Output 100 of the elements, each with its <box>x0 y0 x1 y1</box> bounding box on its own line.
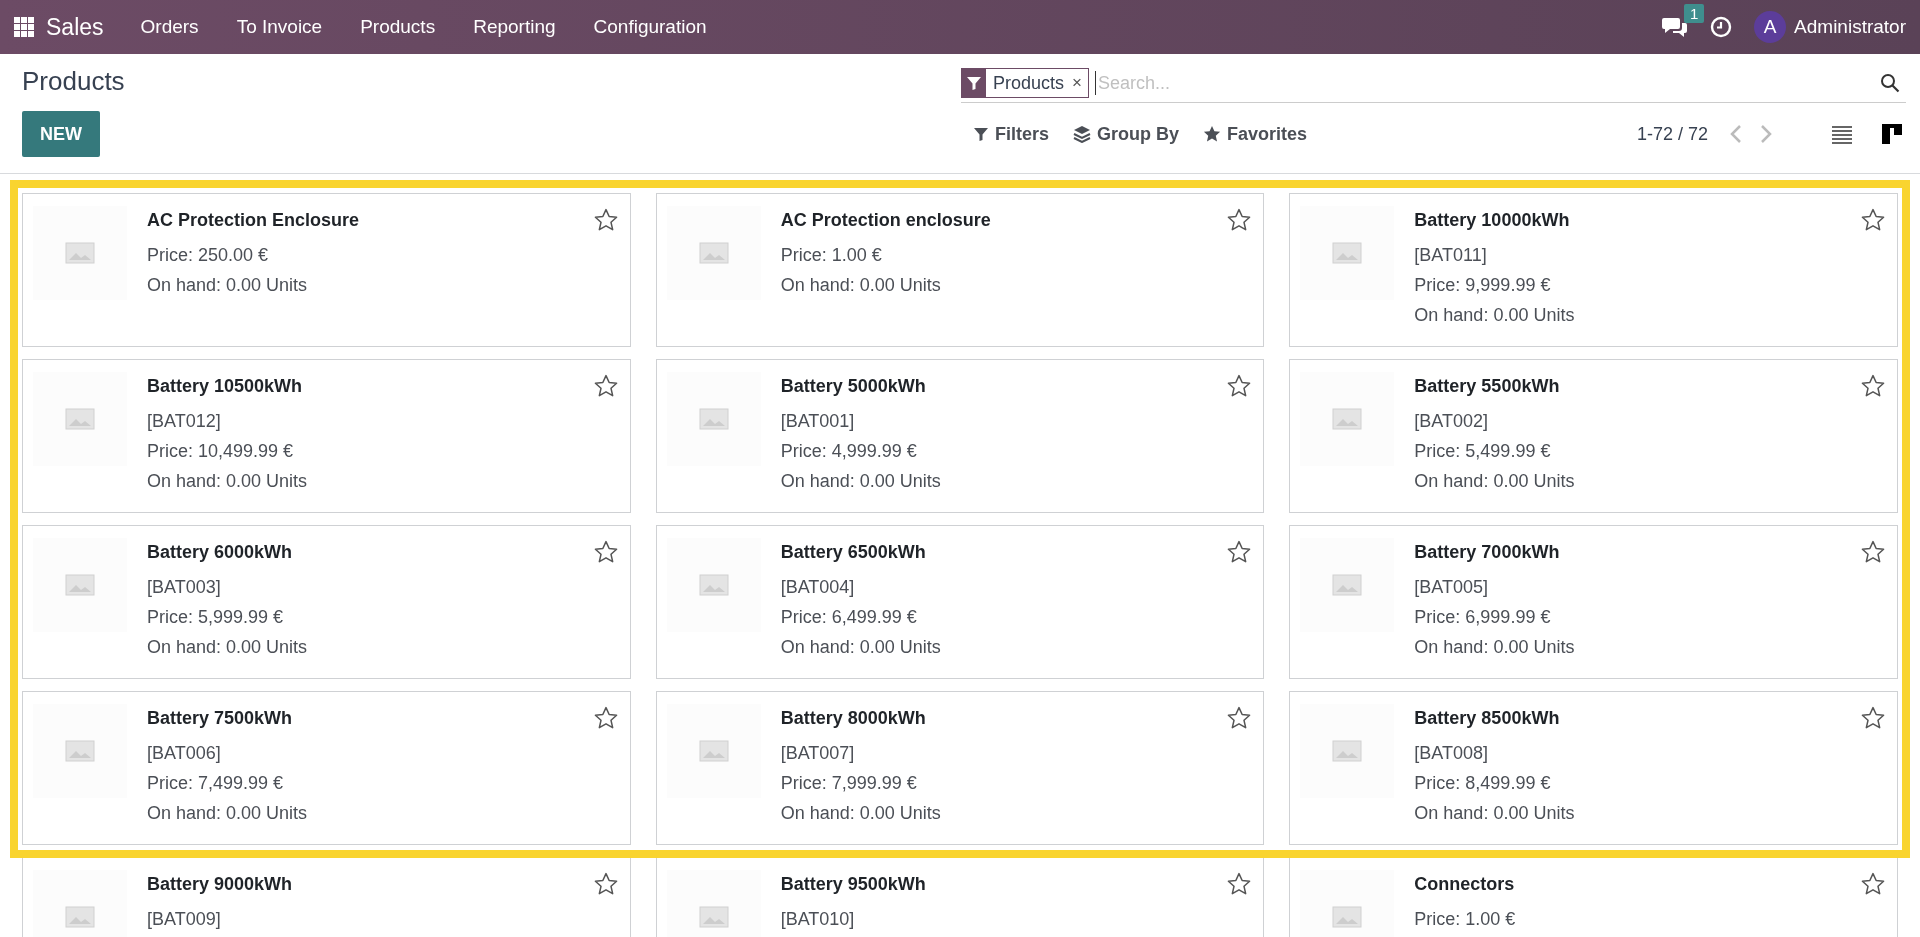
product-price: Price: 4,999.99 € <box>780 440 917 463</box>
product-name: Connectors <box>1414 873 1515 896</box>
product-card[interactable]: Battery 10500kWh [BAT012] Price: 10,499.99 € On hand: 0.00 Units <box>22 359 631 513</box>
menu-item[interactable]: To Invoice <box>217 16 342 38</box>
product-card[interactable]: Battery 9000kWh [BAT009] <box>22 857 631 937</box>
product-code: [BAT010] <box>780 908 855 931</box>
product-name: Battery 6000kWh <box>147 541 293 564</box>
image-icon <box>1332 408 1363 430</box>
product-card[interactable]: Connectors Price: 1.00 € <box>1289 857 1898 937</box>
product-name: AC Protection Enclosure <box>147 209 360 232</box>
product-stock: On hand: 0.00 Units <box>780 470 941 493</box>
product-code: [BAT004] <box>780 576 855 599</box>
image-icon <box>698 574 729 596</box>
apps-menu-icon[interactable] <box>14 17 34 37</box>
favorite-star-icon[interactable] <box>1861 872 1885 896</box>
menu-item[interactable]: Reporting <box>454 16 575 38</box>
image-icon <box>65 408 95 430</box>
image-icon <box>1332 574 1363 596</box>
list-view-icon <box>1832 124 1852 144</box>
favorite-star-icon[interactable] <box>593 374 618 398</box>
favorite-star-icon[interactable] <box>1227 208 1252 232</box>
product-code: [BAT006] <box>147 742 221 765</box>
product-stock: On hand: 0.00 Units <box>780 274 941 297</box>
product-code: [BAT005] <box>1414 576 1489 599</box>
kanban-view-icon <box>1882 124 1902 144</box>
favorite-star-icon[interactable] <box>1227 374 1252 398</box>
image-icon <box>65 906 95 928</box>
product-price: Price: 250.00 € <box>147 244 269 267</box>
message-count-badge: 1 <box>1684 4 1705 23</box>
favorite-star-icon[interactable] <box>1227 706 1252 730</box>
user-avatar[interactable]: A <box>1754 11 1787 43</box>
product-card[interactable]: Battery 6000kWh [BAT003] Price: 5,999.99 € On hand: 0.00 Units <box>22 525 631 679</box>
favorite-star-icon[interactable] <box>593 540 618 564</box>
product-name: Battery 5500kWh <box>1414 375 1560 398</box>
product-name: Battery 9500kWh <box>780 873 926 896</box>
product-name: Battery 10000kWh <box>1414 209 1570 232</box>
favorite-star-icon[interactable] <box>1861 374 1885 398</box>
favorite-star-icon[interactable] <box>1861 540 1885 564</box>
favorite-star-icon[interactable] <box>593 208 618 232</box>
product-price: Price: 10,499.99 € <box>147 440 294 463</box>
favorite-star-icon[interactable] <box>593 706 618 730</box>
product-stock: On hand: 0.00 Units <box>1414 304 1575 327</box>
chat-icon[interactable] <box>1662 16 1689 38</box>
product-stock: On hand: 0.00 Units <box>780 802 941 825</box>
product-stock: On hand: 0.00 Units <box>1414 636 1575 659</box>
product-card[interactable]: Battery 6500kWh [BAT004] Price: 6,499.99 € On hand: 0.00 Units <box>655 525 1265 679</box>
product-card[interactable]: AC Protection enclosure Price: 1.00 € On hand: 0.00 Units <box>655 193 1265 347</box>
image-icon <box>65 242 95 264</box>
product-name: Battery 8500kWh <box>1414 707 1560 730</box>
product-stock: On hand: 0.00 Units <box>147 802 308 825</box>
favorite-star-icon[interactable] <box>593 872 618 896</box>
new-button[interactable]: NEW <box>22 111 100 157</box>
favorite-star-icon[interactable] <box>1227 872 1252 896</box>
product-stock: On hand: 0.00 Units <box>147 470 308 493</box>
menu-item[interactable]: Configuration <box>574 16 726 38</box>
product-name: Battery 10500kWh <box>147 375 303 398</box>
favorites-button[interactable]: Favorites <box>1191 123 1320 145</box>
filters-button[interactable]: Filters <box>961 123 1062 145</box>
product-price: Price: 9,999.99 € <box>1414 274 1551 297</box>
product-card[interactable]: Battery 9500kWh [BAT010] <box>655 857 1265 937</box>
favorite-star-icon[interactable] <box>1227 540 1252 564</box>
image-icon <box>698 906 729 928</box>
search-icon[interactable] <box>1880 73 1900 93</box>
clock-icon[interactable] <box>1710 16 1733 38</box>
menu-item[interactable]: Orders <box>121 16 218 38</box>
product-code: [BAT012] <box>147 410 221 433</box>
product-name: Battery 7500kWh <box>147 707 293 730</box>
product-name: AC Protection enclosure <box>780 209 991 232</box>
product-price: Price: 1.00 € <box>1414 908 1516 931</box>
app-name[interactable]: Sales <box>34 13 122 41</box>
menu-item[interactable]: Products <box>341 16 455 38</box>
image-icon <box>698 242 729 264</box>
favorite-star-icon[interactable] <box>1861 706 1885 730</box>
product-card[interactable]: Battery 7500kWh [BAT006] Price: 7,499.99 € On hand: 0.00 Units <box>22 691 631 845</box>
product-price: Price: 7,999.99 € <box>780 772 917 795</box>
product-card[interactable]: Battery 8500kWh [BAT008] Price: 8,499.99 € On hand: 0.00 Units <box>1289 691 1898 845</box>
product-name: Battery 5000kWh <box>780 375 926 398</box>
product-card[interactable]: Battery 5000kWh [BAT001] Price: 4,999.99 € On hand: 0.00 Units <box>655 359 1265 513</box>
product-price: Price: 5,499.99 € <box>1414 440 1551 463</box>
product-card[interactable]: Battery 5500kWh [BAT002] Price: 5,499.99 € On hand: 0.00 Units <box>1289 359 1898 513</box>
product-price: Price: 7,499.99 € <box>147 772 284 795</box>
remove-facet-button[interactable]: × <box>1072 73 1088 93</box>
product-card[interactable]: Battery 10000kWh [BAT011] Price: 9,999.99 € On hand: 0.00 Units <box>1289 193 1898 347</box>
favorite-star-icon[interactable] <box>1861 208 1885 232</box>
image-icon <box>698 740 729 762</box>
product-price: Price: 1.00 € <box>780 244 882 267</box>
filter-facet[interactable]: Products × <box>961 68 1089 98</box>
product-card[interactable]: Battery 7000kWh [BAT005] Price: 6,999.99 € On hand: 0.00 Units <box>1289 525 1898 679</box>
product-stock: On hand: 0.00 Units <box>1414 470 1575 493</box>
product-stock: On hand: 0.00 Units <box>147 274 308 297</box>
product-price: Price: 8,499.99 € <box>1414 772 1551 795</box>
image-icon <box>1332 242 1363 264</box>
group-by-button[interactable]: Group By <box>1061 123 1192 145</box>
product-code: [BAT002] <box>1414 410 1489 433</box>
product-code: [BAT003] <box>147 576 221 599</box>
user-name[interactable]: Administrator <box>1794 16 1906 38</box>
product-card[interactable]: Battery 8000kWh [BAT007] Price: 7,999.99 € On hand: 0.00 Units <box>655 691 1265 845</box>
pager-value[interactable]: 1-72 / 72 <box>1636 123 1708 145</box>
filter-icon <box>973 126 989 142</box>
product-card[interactable]: AC Protection Enclosure Price: 250.00 € On hand: 0.00 Units <box>22 193 631 347</box>
